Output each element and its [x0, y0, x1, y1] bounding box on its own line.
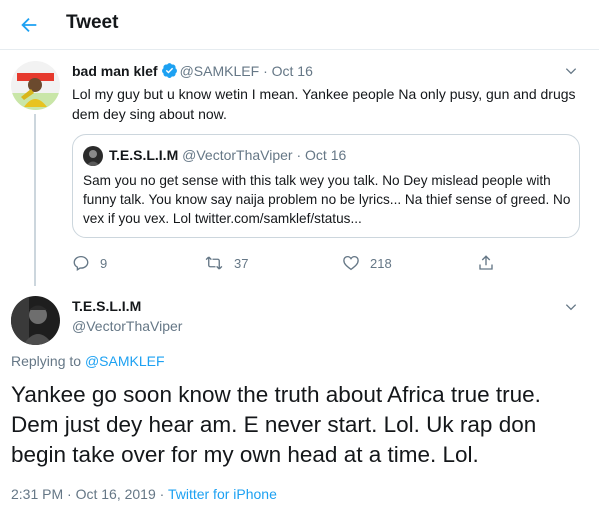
quote-author-handle: @VectorThaViper — [182, 147, 293, 163]
reply-button[interactable]: 9 — [72, 252, 107, 274]
like-button[interactable]: 218 — [342, 252, 392, 274]
retweet-button[interactable]: 37 — [204, 252, 248, 274]
author-name[interactable]: T.E.S.L.I.M — [72, 298, 141, 314]
heart-icon — [343, 255, 359, 271]
avatar[interactable] — [11, 296, 60, 345]
back-button[interactable] — [14, 10, 44, 40]
share-button[interactable] — [477, 252, 505, 274]
tweet-actions: 9 37 218 — [72, 252, 502, 274]
tweet-timestamp[interactable]: 2:31 PM · Oct 16, 2019 · — [11, 486, 164, 502]
thread-connector — [34, 114, 36, 286]
header-bar: Tweet — [0, 0, 599, 50]
page-title: Tweet — [66, 12, 119, 33]
parent-tweet-more-button[interactable] — [562, 62, 580, 80]
retweet-count: 37 — [234, 255, 249, 271]
quote-author-name: T.E.S.L.I.M — [109, 147, 179, 163]
arrow-left-icon — [21, 17, 37, 33]
replying-to-link[interactable]: @SAMKLEF — [85, 353, 165, 369]
quote-header: T.E.S.L.I.M @VectorThaViper · Oct 16 — [109, 147, 346, 163]
avatar[interactable] — [11, 61, 60, 110]
main-tweet-text: Yankee go soon know the truth about Afri… — [11, 382, 541, 467]
author-name[interactable]: bad man klef — [72, 63, 158, 79]
replying-to: Replying to @SAMKLEF — [11, 353, 165, 369]
quote-date: Oct 16 — [305, 147, 347, 163]
retweet-icon — [205, 256, 223, 270]
share-icon — [479, 255, 493, 270]
quote-avatar — [83, 146, 103, 166]
tweet-meta: 2:31 PM · Oct 16, 2019 · Twitter for iPh… — [11, 486, 277, 502]
chevron-down-icon — [565, 304, 577, 311]
like-count: 218 — [370, 255, 392, 271]
parent-tweet-text: Lol my guy but u know wetin I mean. Yank… — [72, 86, 576, 122]
parent-tweet-header: bad man klef @SAMKLEF · Oct 16 — [72, 62, 313, 79]
author-handle[interactable]: @SAMKLEF — [180, 63, 260, 79]
main-tweet-more-button[interactable] — [562, 298, 580, 316]
tweet-source-link[interactable]: Twitter for iPhone — [168, 486, 277, 502]
reply-icon — [73, 255, 89, 271]
quote-text: Sam you no get sense with this talk wey … — [83, 173, 571, 226]
verified-badge-icon — [161, 63, 177, 78]
tweet-date[interactable]: Oct 16 — [272, 63, 313, 79]
reply-count: 9 — [100, 255, 108, 271]
quoted-tweet-card[interactable]: T.E.S.L.I.M @VectorThaViper · Oct 16 Sam… — [72, 134, 580, 238]
separator-dot: · — [296, 147, 302, 163]
replying-prefix: Replying to — [11, 353, 82, 369]
author-handle[interactable]: @VectorThaViper — [72, 318, 182, 334]
separator-dot: · — [263, 63, 268, 79]
chevron-down-icon — [565, 68, 577, 75]
